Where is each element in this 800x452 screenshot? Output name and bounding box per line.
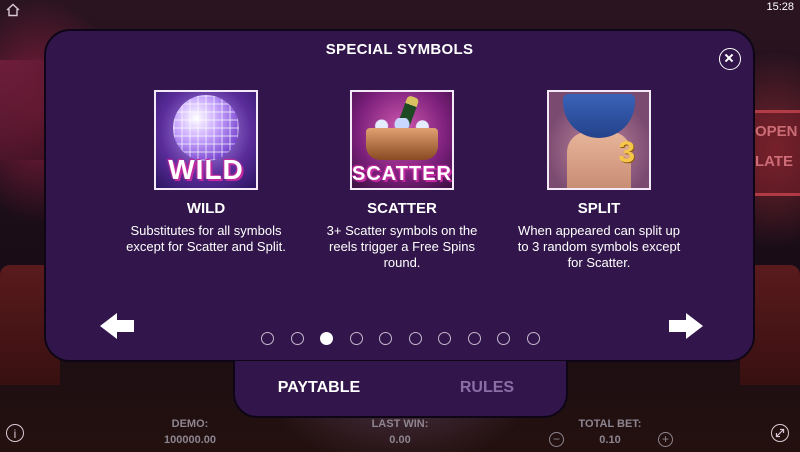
demo-balance: 100000.00 — [164, 434, 216, 446]
wild-art-text: WILD — [168, 154, 244, 185]
symbol-desc-wild: Substitutes for all symbols except for S… — [126, 223, 286, 254]
scatter-art-text: SCATTER — [352, 163, 452, 185]
symbol-name-split: SPLIT — [577, 200, 621, 217]
increase-bet-button[interactable]: + — [658, 432, 673, 447]
page-dot-4[interactable] — [349, 332, 363, 345]
ice-bucket-icon — [366, 128, 438, 160]
next-page-button[interactable] — [667, 311, 705, 341]
symbol-desc-split: When appeared can split up to 3 random s… — [517, 223, 681, 270]
page-dot-7[interactable] — [438, 332, 451, 345]
symbol-card-wild: WILD WILD Substitutes for all symbols ex… — [106, 90, 306, 255]
denim-shorts-icon — [563, 94, 635, 138]
symbol-name-wild: WILD — [186, 200, 226, 217]
symbol-desc-scatter: 3+ Scatter symbols on the reels trigger … — [326, 223, 478, 270]
total-bet-value: 0.10 — [599, 434, 621, 446]
last-win-label: LAST WIN: — [371, 418, 429, 430]
previous-page-button[interactable] — [98, 311, 136, 341]
symbol-card-split: 3 SPLIT When appeared can split up to 3 … — [499, 90, 699, 271]
page-dot-5[interactable] — [379, 332, 392, 345]
expand-icon[interactable] — [771, 424, 789, 442]
page-dot-1[interactable] — [261, 332, 274, 345]
scatter-symbol-image: SCATTER — [350, 90, 454, 190]
tab-bar: PAYTABLE RULES — [233, 361, 568, 418]
split-art-number: 3 — [618, 136, 635, 169]
disco-ball-icon — [173, 95, 239, 161]
tab-rules[interactable]: RULES — [427, 379, 547, 397]
page-dot-3[interactable] — [320, 332, 333, 345]
page-dot-10[interactable] — [526, 332, 540, 345]
demo-label: DEMO: — [171, 418, 209, 430]
arrow-right-icon — [669, 313, 703, 339]
split-symbol-image: 3 — [547, 90, 651, 190]
background-neon-sign-left — [0, 60, 50, 160]
close-button[interactable] — [719, 48, 741, 70]
background-sign-line2: LATE — [755, 153, 794, 170]
page-dot-8[interactable] — [467, 332, 481, 345]
wild-symbol-image: WILD — [154, 90, 258, 190]
modal-title: SPECIAL SYMBOLS — [325, 41, 474, 58]
page-dot-2[interactable] — [290, 332, 304, 345]
paytable-modal: SPECIAL SYMBOLS WILD WILD Substitutes fo… — [44, 29, 755, 362]
total-bet-label: TOTAL BET: — [578, 418, 642, 430]
symbol-card-scatter: SCATTER SCATTER 3+ Scatter symbols on th… — [302, 90, 502, 271]
home-icon[interactable] — [6, 3, 20, 17]
decrease-bet-button[interactable]: − — [549, 432, 564, 447]
symbol-name-scatter: SCATTER — [367, 200, 437, 217]
page-dot-6[interactable] — [408, 332, 422, 345]
info-icon[interactable]: i — [6, 424, 24, 442]
arrow-left-icon — [100, 313, 134, 339]
clock: 15:28 — [766, 1, 794, 13]
tab-paytable[interactable]: PAYTABLE — [259, 379, 379, 397]
page-dot-9[interactable] — [497, 332, 510, 345]
background-sign-line1: OPEN — [755, 123, 798, 140]
last-win-value: 0.00 — [389, 434, 411, 446]
